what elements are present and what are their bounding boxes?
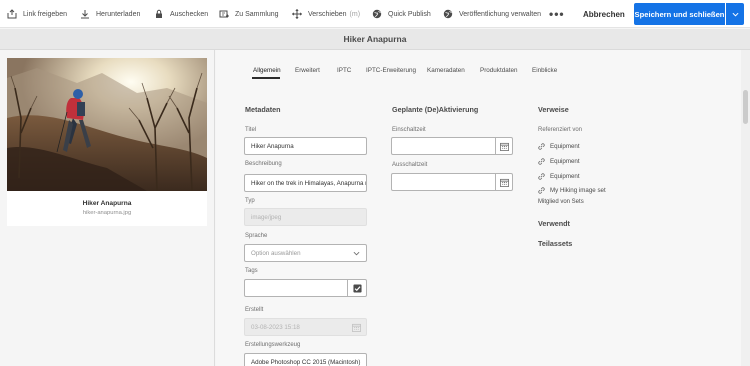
title-field[interactable]: Hiker Anapurna	[244, 137, 367, 155]
off-time-label: Ausschaltzeit	[392, 162, 428, 168]
on-time-calendar-button[interactable]	[495, 137, 513, 155]
reference-label: Equipment	[550, 158, 580, 165]
tab-camera-data[interactable]: Kameradaten	[427, 67, 465, 74]
tab-iptc[interactable]: IPTC	[337, 67, 351, 74]
checkbox-icon	[352, 283, 362, 293]
asset-preview-panel: Hiker Anapurna hiker-anapurna.jpg	[0, 50, 215, 366]
tags-label: Tags	[245, 268, 258, 274]
subassets-heading: Teilassets	[538, 239, 573, 248]
reference-label: Equipment	[550, 173, 580, 180]
tab-general[interactable]: Allgemein	[253, 67, 281, 74]
active-tab-indicator	[252, 77, 280, 79]
reference-label: Equipment	[550, 143, 580, 150]
asset-title: Hiker Anapurna	[82, 200, 132, 207]
asset-thumbnail	[7, 58, 207, 191]
references-heading: Verweise	[538, 105, 569, 114]
add-to-collection-label: Zu Sammlung	[235, 10, 279, 18]
save-options-dropdown[interactable]	[726, 3, 744, 25]
action-toolbar: Link freigeben Herunterladen Auschecken …	[0, 0, 750, 28]
vertical-scrollbar[interactable]	[741, 50, 750, 366]
link-icon	[538, 143, 545, 150]
calendar-icon	[499, 142, 509, 151]
move-button[interactable]: Verschieben (m)	[292, 0, 360, 28]
tags-field[interactable]	[244, 279, 348, 297]
share-icon	[7, 9, 17, 19]
created-field: 03-08-2023 15:18	[244, 318, 367, 336]
calendar-icon	[352, 323, 361, 332]
reference-link[interactable]: Equipment	[538, 143, 580, 150]
type-label: Typ	[245, 198, 255, 204]
reference-link[interactable]: Equipment	[538, 173, 580, 180]
asset-card[interactable]: Hiker Anapurna hiker-anapurna.jpg	[7, 58, 207, 226]
used-heading: Verwendt	[538, 219, 570, 228]
type-field: image/jpeg	[244, 208, 367, 226]
manage-publication-button[interactable]: Veröffentlichung verwalten	[443, 0, 541, 28]
link-icon	[538, 173, 545, 180]
description-field[interactable]: Hiker on the trek in Himalayas, Anapurna…	[244, 174, 367, 192]
share-link-label: Link freigeben	[23, 10, 67, 18]
cancel-button[interactable]: Abbrechen	[583, 0, 625, 28]
scrollbar-thumb[interactable]	[743, 90, 748, 124]
language-select-value: Option auswählen	[251, 249, 301, 257]
checkout-label: Auschecken	[170, 10, 209, 18]
move-icon	[292, 9, 302, 19]
referenced-by-label: Referenziert von	[538, 127, 583, 133]
off-time-field[interactable]	[391, 173, 496, 191]
quick-publish-label: Quick Publish	[388, 10, 431, 18]
reference-link[interactable]: Equipment	[538, 158, 580, 165]
on-time-field[interactable]	[391, 137, 496, 155]
download-button[interactable]: Herunterladen	[80, 0, 140, 28]
off-time-calendar-button[interactable]	[495, 173, 513, 191]
checkout-button[interactable]: Auschecken	[154, 0, 208, 28]
asset-filename: hiker-anapurna.jpg	[82, 210, 132, 216]
reference-link[interactable]: My Hiking image set	[538, 187, 606, 194]
download-label: Herunterladen	[96, 10, 141, 18]
chevron-down-icon	[732, 12, 738, 17]
chevron-down-icon	[353, 251, 360, 256]
description-label: Beschreibung	[245, 161, 282, 167]
properties-form: Allgemein Erweitert IPTC IPTC-Erweiterun…	[216, 50, 741, 366]
tags-picker-button[interactable]	[347, 279, 367, 297]
link-icon	[538, 158, 545, 165]
reference-label: My Hiking image set	[550, 187, 606, 194]
member-of-sets-label: Mitglied von Sets	[538, 199, 584, 205]
globe-icon	[372, 9, 382, 19]
created-value: 03-08-2023 15:18	[251, 323, 300, 331]
add-to-collection-button[interactable]: Zu Sammlung	[219, 0, 279, 28]
tab-advanced[interactable]: Erweitert	[295, 67, 320, 74]
on-time-label: Einschaltzeit	[392, 127, 426, 133]
scheduling-heading: Geplante (De)Aktivierung	[392, 105, 479, 114]
tab-insights[interactable]: Einblicke	[532, 67, 557, 74]
creator-tool-label: Erstellungswerkzeug	[245, 342, 301, 348]
collection-icon	[219, 10, 229, 18]
tab-iptc-extension[interactable]: IPTC-Erweiterung	[366, 67, 416, 74]
language-select[interactable]: Option auswählen	[244, 244, 367, 262]
link-icon	[538, 187, 545, 194]
move-label: Verschieben	[308, 10, 347, 18]
manage-publication-label: Veröffentlichung verwalten	[459, 10, 541, 18]
save-and-close-button[interactable]: Speichern und schließen	[634, 3, 725, 25]
move-shortcut: (m)	[349, 10, 361, 18]
more-actions-button[interactable]: •••	[549, 0, 565, 28]
page-title: Hiker Anapurna	[0, 29, 750, 50]
metadata-heading: Metadaten	[245, 105, 281, 114]
share-link-button[interactable]: Link freigeben	[7, 0, 67, 28]
title-label: Titel	[245, 127, 257, 133]
lock-icon	[156, 9, 162, 18]
globe-icon	[443, 9, 453, 19]
language-label: Sprache	[245, 233, 268, 239]
calendar-icon	[499, 178, 509, 187]
quick-publish-button[interactable]: Quick Publish	[372, 0, 431, 28]
download-icon	[81, 10, 89, 19]
created-label: Erstellt	[245, 307, 264, 313]
creator-tool-field[interactable]: Adobe Photoshop CC 2015 (Macintosh)	[244, 353, 367, 366]
tab-product-data[interactable]: Produktdaten	[480, 67, 517, 74]
